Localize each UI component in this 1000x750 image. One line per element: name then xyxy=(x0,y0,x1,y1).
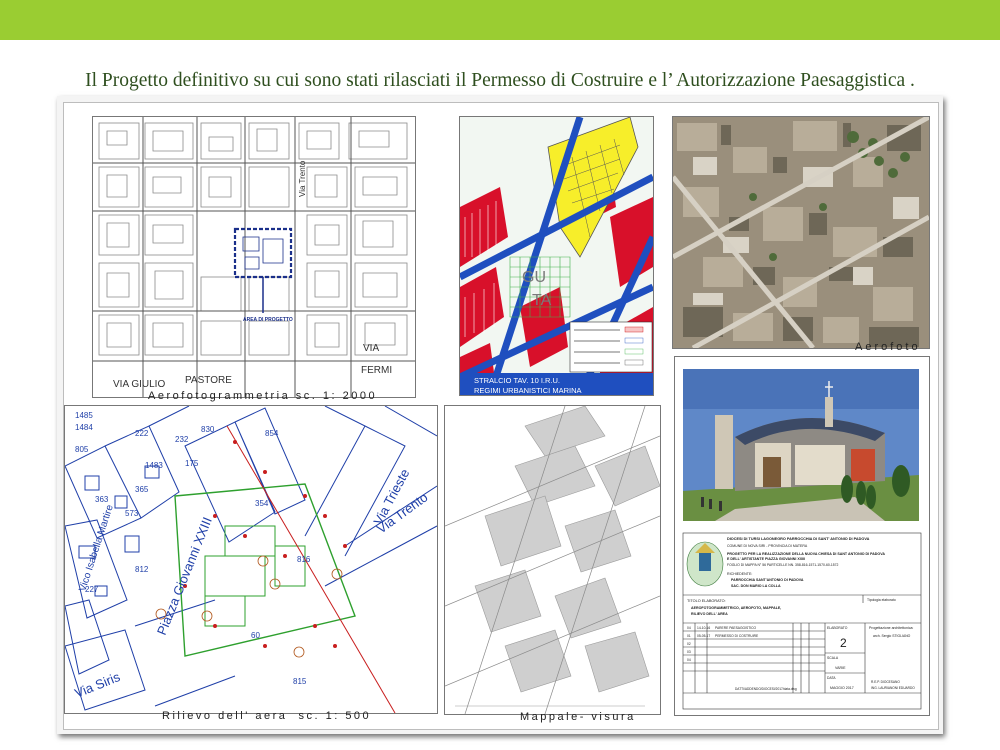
rev-row-n: 02 xyxy=(687,642,691,646)
stralcio-banner-line1: STRALCIO TAV. 10 I.R.U. xyxy=(474,376,560,385)
rev-row-n: 03 xyxy=(687,650,691,654)
tb-titolo-2: RILIEVO DELL' AREA xyxy=(691,612,728,616)
tb-progettazione-name: arch. Sergio STIGLIANO xyxy=(873,634,911,638)
rev-row-n: 04 xyxy=(687,626,691,630)
parcel-label: 354 xyxy=(255,499,269,508)
rev-row-n: 04 xyxy=(687,658,691,662)
parcel-label: 1485 xyxy=(75,411,93,420)
aerofoto-panel[interactable] xyxy=(672,116,930,349)
stralcio-banner-line2: REGIMI URBANISTICI MARINA xyxy=(474,386,582,395)
tb-progettazione-label: Progettazione architettonica: xyxy=(869,626,913,630)
mappale-caption: Mappale- visura xyxy=(520,711,636,723)
aerofotogrammetria-panel[interactable]: AREA DI PROGETTO Via Trento VIA FERMI VI… xyxy=(92,116,416,398)
parcel-label: 854 xyxy=(265,429,279,438)
tb-footer-right-2: ING. LAURIANONI EDUARDO xyxy=(871,686,915,690)
tb-richiedente-1: PARROCCHIA SANT'ANTONIO DI PADOVA xyxy=(731,578,804,582)
street-label: VIA GIULIO xyxy=(113,379,165,390)
mappale-map xyxy=(445,406,660,714)
tb-footer-left: DATTI/ADDENDO/DIOCESI/2017/data.dwg xyxy=(735,687,797,691)
aerofotogrammetria-caption: Aerofotogrammetria sc. 1: 2000 xyxy=(148,390,378,402)
street-label: PASTORE xyxy=(185,375,232,386)
rev-row-desc: PARERE PAESAGGISTICO xyxy=(715,626,757,630)
parcel-label: 222 xyxy=(135,429,149,438)
aerofoto-image xyxy=(673,117,929,348)
tb-project-line1: PROGETTO PER LA REALIZZAZIONE DELLA NUOV… xyxy=(727,552,885,556)
parcel-label: 363 xyxy=(95,495,109,504)
tb-scala-label: SCALA xyxy=(827,656,839,660)
rilievo-panel[interactable]: 1485 1484 222 232 830 805 175 1483 854 3… xyxy=(64,405,438,714)
tb-project-line2: E DELL' ARTISTANTE PIAZZA GIOVANNI XXIII xyxy=(727,557,805,561)
street-label: VIA xyxy=(363,343,379,354)
street-label: Via Trento xyxy=(298,160,307,197)
project-sheet: DIOCESI DI TURSI LAGONEGRO PARROCCHIA DI… xyxy=(675,357,929,715)
parcel-label: 365 xyxy=(135,485,149,494)
parcel-label: 573 xyxy=(125,509,139,518)
tb-richiedente-2: SAC. DON MARIO LA COLLA xyxy=(731,584,781,588)
aerofoto-caption: Aerofoto xyxy=(855,341,921,353)
tb-elab-number: 2 xyxy=(840,636,847,650)
parcel-label: 805 xyxy=(75,445,89,454)
drawing-sheet: AREA DI PROGETTO Via Trento VIA FERMI VI… xyxy=(63,102,939,730)
rev-row-date: 14-10-16 xyxy=(697,626,710,630)
rev-row-desc: PERMESSO DI COSTRUIRE xyxy=(715,634,759,638)
tb-data-label: DATA xyxy=(827,676,836,680)
church-rendering xyxy=(683,369,919,521)
tb-tipo-label: Tipologia elaborato xyxy=(867,598,896,602)
zone-label: GU xyxy=(522,269,546,286)
tb-elab-label: ELABORATO xyxy=(827,626,848,630)
project-sheet-panel[interactable]: DIOCESI DI TURSI LAGONEGRO PARROCCHIA DI… xyxy=(674,356,930,716)
parcel-label: 812 xyxy=(135,565,149,574)
parcel-label: 60 xyxy=(251,631,260,640)
tb-footer-right-1: R.E.P. DIOCESANO xyxy=(871,680,900,684)
parcel-label: 1484 xyxy=(75,423,93,432)
aerofotogrammetria-map: AREA DI PROGETTO Via Trento VIA FERMI VI… xyxy=(93,117,415,397)
tb-project-line3: FOGLIO DI MAPPA N° 56 PARTICELLE NN. 358… xyxy=(727,563,839,567)
parcel-label: 175 xyxy=(185,459,199,468)
svg-text:AREA DI PROGETTO: AREA DI PROGETTO xyxy=(243,317,293,323)
street-label: FERMI xyxy=(361,365,392,376)
tb-titolo-label: TITOLO ELABORATO: xyxy=(687,599,726,603)
top-accent-bar xyxy=(0,0,1000,40)
tb-header-line1: DIOCESI DI TURSI LAGONEGRO PARROCCHIA DI… xyxy=(727,537,870,541)
coat-of-arms xyxy=(686,541,724,587)
tb-header-line2: COMUNE DI NOVA SIRI - PROVINCIA DI MATER… xyxy=(727,544,808,548)
zone-label: TA xyxy=(532,292,552,309)
slide-title: Il Progetto definitivo su cui sono stati… xyxy=(85,70,915,91)
stralcio-map: GU TA STRALCIO TAV. 10 I.R.U. REGIMI URB… xyxy=(460,117,653,395)
parcel-label: 830 xyxy=(201,425,215,434)
rilievo-caption: Rilievo dell' aera sc. 1: 500 xyxy=(162,710,372,722)
drawing-board: AREA DI PROGETTO Via Trento VIA FERMI VI… xyxy=(57,96,943,734)
parcel-label: 1483 xyxy=(145,461,163,470)
rilievo-map: 1485 1484 222 232 830 805 175 1483 854 3… xyxy=(65,406,437,713)
tb-data-value: MAGGIO 2017 xyxy=(830,686,854,690)
tb-richiedente-label: RICHIEDENTE: xyxy=(727,572,752,576)
tb-titolo-1: AEROFOTOGRAMMETRICO, AEROFOTO, MAPPALE, xyxy=(691,606,781,610)
parcel-label: 815 xyxy=(293,677,307,686)
parcel-label: 232 xyxy=(175,435,189,444)
mappale-panel[interactable] xyxy=(444,405,661,715)
tb-scala-value: VARIE xyxy=(835,666,846,670)
rev-row-n: 01 xyxy=(687,634,691,638)
rev-row-date: 05-05-17 xyxy=(697,634,710,638)
parcel-label: 816 xyxy=(297,555,311,564)
stralcio-panel[interactable]: GU TA STRALCIO TAV. 10 I.R.U. REGIMI URB… xyxy=(459,116,654,396)
